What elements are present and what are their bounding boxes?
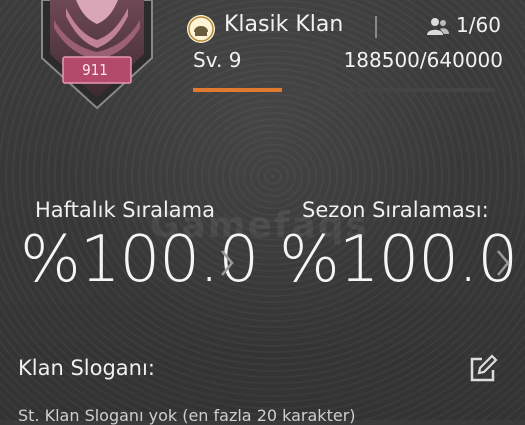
weekly-rank-label: Haftalık Sıralama (35, 198, 215, 222)
laurel-helmet-icon (187, 15, 215, 43)
slogan-label: Klan Sloganı: (18, 356, 155, 380)
clan-name: Klasik Klan (224, 12, 344, 37)
edit-icon[interactable] (468, 354, 498, 384)
member-count: 1/60 (456, 13, 501, 37)
clan-emblem[interactable] (36, 0, 158, 110)
chevron-right-icon[interactable] (495, 248, 511, 278)
slogan-text[interactable]: St. Klan Sloganı yok (en fazla 20 karakt… (18, 406, 356, 425)
header-divider (375, 16, 377, 38)
people-icon (427, 18, 449, 35)
xp-progress-fill (193, 88, 282, 92)
xp-progress-bar (193, 88, 495, 92)
chevron-right-icon[interactable] (219, 248, 235, 278)
emblem-level-badge: 911 (82, 61, 108, 79)
season-rank-value[interactable]: %100.0 (279, 223, 518, 297)
clan-xp: 188500/640000 (343, 48, 503, 72)
clan-level: Sv. 9 (193, 48, 242, 72)
season-rank-label: Sezon Sıralaması: (302, 198, 489, 222)
